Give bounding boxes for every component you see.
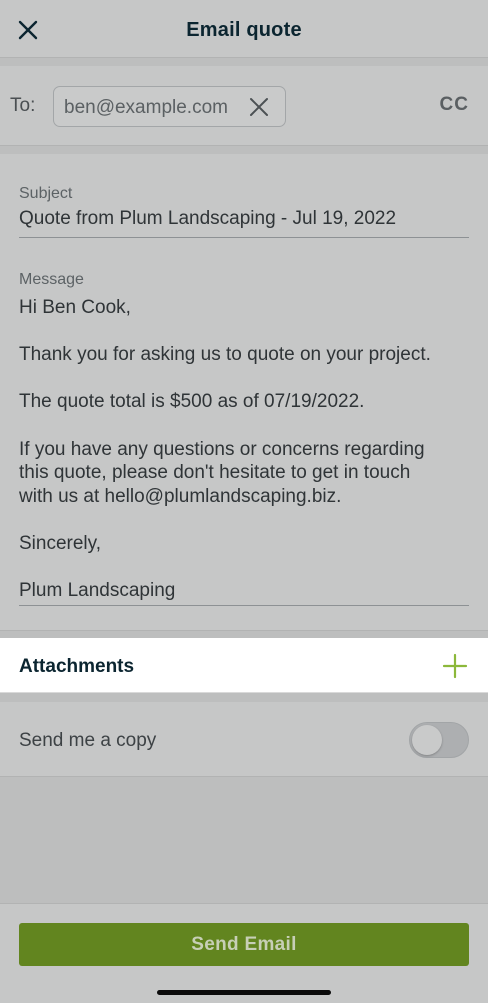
send-copy-row: Send me a copy [0, 702, 488, 777]
message-label: Message [19, 271, 84, 288]
message-line: If you have any questions or concerns re… [19, 438, 425, 460]
message-line [19, 556, 474, 580]
subject-label: Subject [19, 185, 73, 202]
message-line [19, 367, 474, 391]
add-attachment-button[interactable] [442, 653, 468, 679]
message-line: Hi Ben Cook, [19, 297, 131, 318]
subject-underline [19, 237, 469, 238]
message-line: with us at hello@plumlandscaping.biz. [19, 485, 342, 507]
attachments-row[interactable]: Attachments [0, 638, 488, 693]
page-title: Email quote [186, 19, 302, 41]
message-line: Sincerely, [19, 532, 102, 554]
remove-recipient-button[interactable] [249, 97, 269, 117]
header-bar: Email quote [0, 0, 488, 58]
message-underline [19, 605, 469, 606]
cc-button[interactable]: CC [440, 94, 469, 116]
to-label: To: [10, 95, 36, 116]
send-email-button[interactable]: Send Email [19, 923, 469, 966]
footer-bar: Send Email [0, 903, 488, 1003]
message-line: Plum Landscaping [19, 580, 176, 602]
message-line [19, 320, 474, 344]
attachments-title: Attachments [19, 656, 135, 677]
close-icon [250, 98, 268, 116]
compose-form: Subject Quote from Plum Landscaping - Ju… [0, 154, 488, 631]
home-indicator [157, 990, 331, 995]
message-line: this quote, please don't hesitate to get… [19, 462, 411, 484]
message-line [19, 508, 474, 532]
send-copy-toggle[interactable] [409, 722, 469, 758]
message-line: Thank you for asking us to quote on your… [19, 344, 431, 366]
send-copy-label: Send me a copy [19, 730, 157, 751]
subject-field[interactable]: Quote from Plum Landscaping - Jul 19, 20… [19, 208, 396, 230]
recipient-chip[interactable]: ben@example.com [53, 86, 286, 127]
plus-icon [442, 653, 468, 679]
message-line: The quote total is $500 as of 07/19/2022… [19, 391, 365, 413]
recipient-email: ben@example.com [64, 97, 228, 118]
recipients-row: To: ben@example.com CC [0, 66, 488, 146]
message-field[interactable]: Hi Ben Cook, Thank you for asking us to … [19, 296, 474, 603]
toggle-knob [412, 725, 442, 755]
message-line [19, 414, 474, 438]
